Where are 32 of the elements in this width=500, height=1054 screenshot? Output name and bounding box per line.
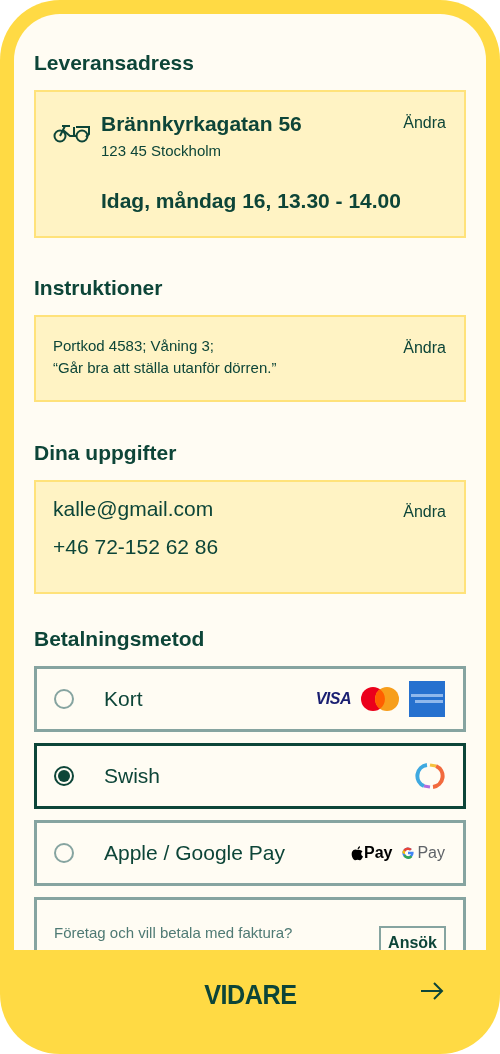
option-label: Apple / Google Pay xyxy=(104,841,286,865)
option-label: Kort xyxy=(104,687,144,711)
delivery-time: Idag, måndag 16, 13.30 - 14.00 xyxy=(101,189,402,213)
amex-logo xyxy=(409,681,445,717)
section-heading: Betalningsmetod xyxy=(34,627,206,651)
continue-button[interactable]: VIDARE xyxy=(196,975,304,1015)
phone-text: +46 72-152 62 86 xyxy=(53,535,220,559)
street-address: Brännkyrkagatan 56 xyxy=(101,112,303,136)
option-label: Swish xyxy=(104,764,162,788)
instructions-text: Portkod 4583; Våning 3; “Går bra att ställa utanför dörren.” xyxy=(53,336,278,378)
section-heading: Instruktioner xyxy=(34,276,164,300)
visa-logo: VISA xyxy=(315,690,351,708)
mastercard-logo xyxy=(360,686,400,712)
arrow-right-icon[interactable] xyxy=(420,982,444,1000)
section-heading: Dina uppgifter xyxy=(34,441,178,465)
email-text: kalle@gmail.com xyxy=(53,497,215,521)
payment-option[interactable]: Apple / Google Pay Pay Pay xyxy=(34,820,466,886)
payment-option[interactable]: Swish xyxy=(34,743,466,809)
google-pay-logo: Pay xyxy=(401,844,445,862)
edit-link[interactable]: Ändra xyxy=(403,114,446,236)
radio-button[interactable] xyxy=(54,689,74,709)
postal-city: 123 45 Stockholm xyxy=(101,142,223,159)
radio-button[interactable] xyxy=(54,843,74,863)
edit-link[interactable]: Ändra xyxy=(403,503,446,592)
section-heading: Leveransadress xyxy=(34,51,195,75)
apple-pay-logo: Pay xyxy=(350,844,393,862)
invoice-text: Företag och vill betala med faktura? xyxy=(54,923,294,943)
radio-button[interactable] xyxy=(54,766,74,786)
edit-link[interactable]: Ändra xyxy=(403,339,446,400)
apply-button[interactable]: Ansök xyxy=(379,926,446,950)
payment-option[interactable]: Kort VISA xyxy=(34,666,466,732)
swish-logo xyxy=(415,761,445,791)
